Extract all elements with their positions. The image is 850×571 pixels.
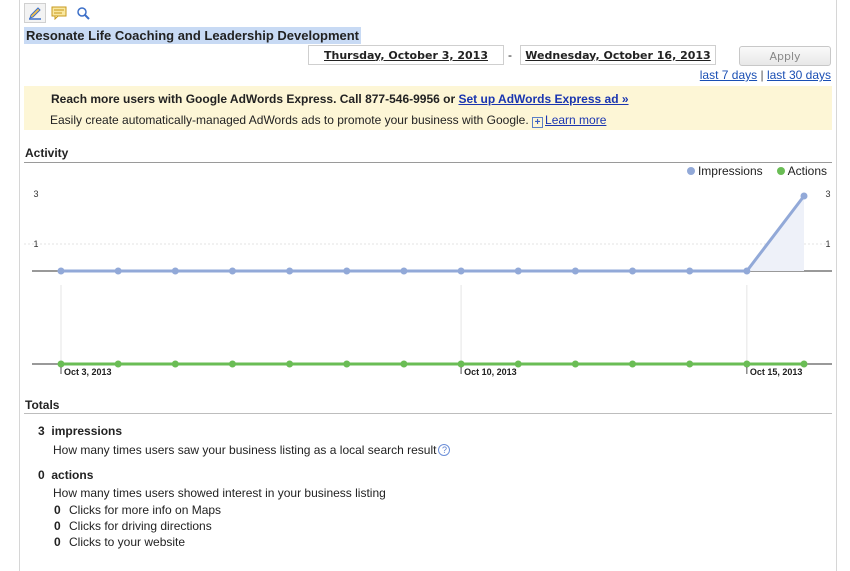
breakdown-label: Clicks for driving directions	[69, 519, 212, 533]
impressions-point	[743, 267, 751, 275]
last-7-days-link[interactable]: last 7 days	[700, 68, 757, 82]
breakdown-label: Clicks to your website	[69, 535, 186, 549]
quick-range-links: last 7 days | last 30 days	[700, 68, 831, 82]
start-date-field[interactable]: Thursday, October 3, 2013	[308, 45, 504, 65]
impressions-point	[400, 267, 408, 275]
impressions-point	[800, 192, 808, 200]
impressions-area	[61, 196, 804, 271]
actions-total: 0 actions	[38, 468, 93, 482]
impressions-dot-icon	[686, 167, 695, 175]
edit-toolbar	[24, 3, 94, 25]
comment-icon[interactable]	[48, 3, 70, 23]
impressions-count: 3	[38, 424, 45, 438]
last-30-days-link[interactable]: last 30 days	[767, 68, 831, 82]
y-tick-label-left: 1	[33, 239, 38, 249]
x-tick-label: Oct 10, 2013	[464, 367, 517, 377]
y-tick-label-right: 1	[825, 239, 830, 249]
x-tick-label: Oct 15, 2013	[750, 367, 803, 377]
impressions-point	[686, 267, 694, 275]
impressions-point	[57, 267, 65, 275]
question-icon[interactable]: ?	[438, 444, 451, 456]
impressions-point	[629, 267, 637, 275]
actions-point	[629, 360, 637, 368]
impressions-point	[171, 267, 179, 275]
actions-point	[400, 360, 408, 368]
breakdown-count: 0	[54, 503, 61, 517]
breakdown-count: 0	[54, 535, 61, 549]
x-tick-label: Oct 3, 2013	[64, 367, 112, 377]
setup-adwords-link[interactable]: Set up AdWords Express ad »	[458, 92, 628, 106]
actions-point	[228, 360, 236, 368]
impressions-point	[228, 267, 236, 275]
learn-more-link[interactable]: Learn more	[545, 113, 606, 127]
impressions-desc-text: How many times users saw your business l…	[53, 443, 437, 457]
actions-label: actions	[51, 468, 94, 482]
end-date-field[interactable]: Wednesday, October 16, 2013	[520, 45, 716, 65]
promo-headline: Reach more users with Google AdWords Exp…	[51, 92, 629, 106]
totals-title: Totals	[25, 398, 60, 412]
impressions-label: impressions	[51, 424, 123, 438]
actions-description: How many times users showed interest in …	[53, 486, 386, 500]
date-separator: -	[508, 48, 512, 62]
actions-point	[286, 360, 294, 368]
impressions-point	[286, 267, 294, 275]
actions-point	[686, 360, 694, 368]
activity-title: Activity	[25, 146, 69, 160]
impressions-point	[514, 267, 522, 275]
actions-point	[343, 360, 351, 368]
legend-actions-label: Actions	[787, 164, 827, 178]
impressions-total: 3 impressions	[38, 424, 122, 438]
actions-dot-icon	[776, 167, 785, 175]
business-name: Resonate Life Coaching and Leadership De…	[24, 27, 362, 44]
breakdown-count: 0	[54, 519, 61, 533]
impressions-point	[343, 267, 351, 275]
impressions-point	[571, 267, 579, 275]
adwords-promo-banner: Reach more users with Google AdWords Exp…	[24, 86, 832, 130]
plus-icon[interactable]: +	[532, 117, 544, 128]
impressions-point	[457, 267, 465, 275]
activity-chart: 3 3 1 1 Oct 3, 2013 Oct 10, 2013 Oct 15, 2013	[24, 189, 832, 377]
actions-count: 0	[38, 468, 45, 482]
legend-impressions[interactable]: Impressions	[686, 164, 763, 178]
breakdown-row: 0 Clicks to your website	[54, 535, 185, 549]
y-tick-label-left: 3	[33, 189, 38, 199]
chart-legend: Impressions Actions	[686, 164, 827, 178]
impressions-point	[114, 267, 122, 275]
magnifier-icon[interactable]	[72, 3, 94, 23]
legend-actions[interactable]: Actions	[776, 164, 827, 178]
breakdown-row: 0 Clicks for driving directions	[54, 519, 212, 533]
impressions-line	[61, 195, 806, 273]
link-separator: |	[760, 68, 764, 82]
activity-divider	[24, 162, 832, 163]
actions-point	[571, 360, 579, 368]
legend-impressions-label: Impressions	[697, 164, 763, 178]
breakdown-row: 0 Clicks for more info on Maps	[54, 503, 221, 517]
totals-divider	[24, 413, 832, 414]
actions-point	[171, 360, 179, 368]
promo-body-text: Easily create automatically-managed AdWo…	[50, 113, 529, 127]
impressions-description: How many times users saw your business l…	[53, 443, 451, 457]
pencil-icon[interactable]	[24, 3, 46, 23]
apply-button[interactable]: Apply	[739, 46, 831, 66]
breakdown-label: Clicks for more info on Maps	[69, 503, 222, 517]
y-tick-label-right: 3	[825, 189, 830, 199]
promo-headline-text: Reach more users with Google AdWords Exp…	[51, 92, 459, 106]
actions-point	[114, 360, 122, 368]
promo-body: Easily create automatically-managed AdWo…	[50, 113, 606, 128]
